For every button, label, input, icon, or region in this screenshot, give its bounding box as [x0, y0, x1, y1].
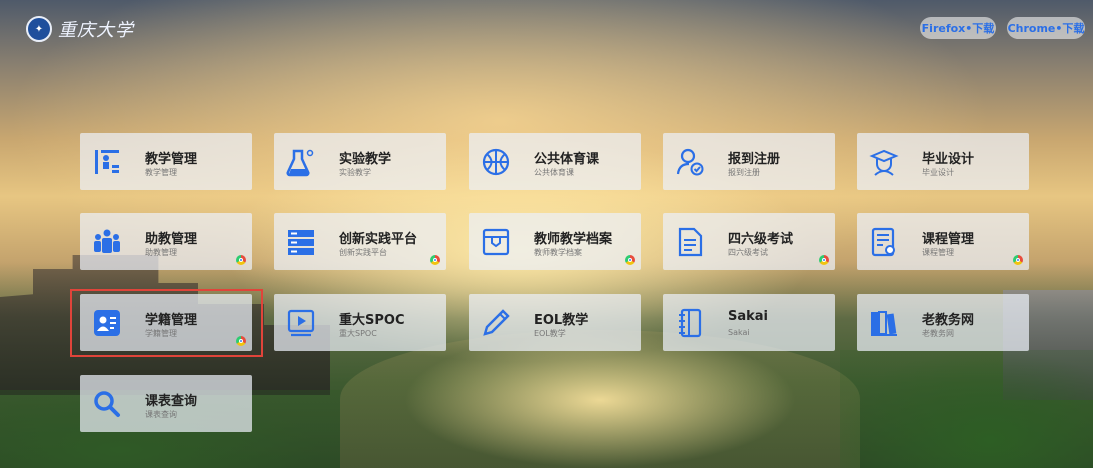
tile-title: 毕业设计 [922, 152, 975, 167]
video-play-icon [284, 306, 318, 340]
group-icon [90, 225, 124, 259]
tile-teaching-management[interactable]: 教学管理 教学管理 [80, 133, 252, 190]
chrome-icon [236, 255, 246, 265]
tile-subtitle: 公共体育课 [534, 168, 574, 177]
tile-title: 重大SPOC [339, 313, 405, 328]
chrome-icon [1013, 255, 1023, 265]
tile-subtitle: 毕业设计 [922, 168, 954, 177]
tile-graduation-design[interactable]: 毕业设计 毕业设计 [857, 133, 1029, 190]
tile-timetable-query[interactable]: 课表查询 课表查询 [80, 375, 252, 432]
tile-title: 教师教学档案 [534, 232, 613, 247]
tile-spoc[interactable]: 重大SPOC 重大SPOC [274, 294, 446, 351]
tile-subtitle: EOL教学 [534, 329, 566, 338]
logo-text: 重庆大学 [58, 20, 134, 41]
books-icon [867, 306, 901, 340]
tile-title: 创新实践平台 [339, 232, 418, 247]
document-gear-icon [867, 225, 901, 259]
tile-student-status[interactable]: 学籍管理 学籍管理 [80, 294, 252, 351]
tile-title: 公共体育课 [534, 152, 600, 167]
tile-sakai[interactable]: Sakai Sakai [663, 294, 835, 351]
tile-lab-teaching[interactable]: 实验教学 实验教学 [274, 133, 446, 190]
tile-title: 课表查询 [145, 394, 198, 409]
student-card-icon [90, 306, 124, 340]
tile-title: 课程管理 [922, 232, 975, 247]
tile-ta-management[interactable]: 助教管理 助教管理 [80, 213, 252, 270]
user-check-icon [673, 145, 707, 179]
tile-subtitle: 教学管理 [145, 168, 177, 177]
university-logo[interactable]: ✦ 重庆大学 [26, 14, 134, 44]
tile-subtitle: 学籍管理 [145, 329, 177, 338]
server-stack-icon [284, 225, 318, 259]
tile-title: 教学管理 [145, 152, 198, 167]
classroom-icon [90, 145, 124, 179]
chrome-icon [625, 255, 635, 265]
notebook-icon [673, 306, 707, 340]
tile-cet-exam[interactable]: 四六级考试 四六级考试 [663, 213, 835, 270]
tile-subtitle: 创新实践平台 [339, 248, 387, 257]
tile-course-management[interactable]: 课程管理 课程管理 [857, 213, 1029, 270]
archive-box-icon [479, 225, 513, 259]
tile-innovation-platform[interactable]: 创新实践平台 创新实践平台 [274, 213, 446, 270]
tile-title: Sakai [728, 309, 769, 324]
tile-title: 学籍管理 [145, 313, 198, 328]
tile-title: 四六级考试 [728, 232, 794, 247]
tile-subtitle: 课程管理 [922, 248, 954, 257]
tile-subtitle: 教师教学档案 [534, 248, 582, 257]
tile-subtitle: 老教务网 [922, 329, 954, 338]
university-seal-icon: ✦ [26, 16, 52, 42]
tile-subtitle: 助教管理 [145, 248, 177, 257]
chrome-icon [430, 255, 440, 265]
flask-icon [284, 145, 318, 179]
tile-subtitle: 实验教学 [339, 168, 371, 177]
search-icon [90, 387, 124, 421]
firefox-download-button[interactable]: Firefox•下载 [920, 17, 996, 39]
tile-title: 助教管理 [145, 232, 198, 247]
tile-subtitle: 重大SPOC [339, 329, 377, 338]
tile-title: EOL教学 [534, 313, 589, 328]
tile-subtitle: 四六级考试 [728, 248, 768, 257]
tile-teacher-archive[interactable]: 教师教学档案 教师教学档案 [469, 213, 641, 270]
trees-right [840, 350, 1093, 468]
tile-eol-teaching[interactable]: EOL教学 EOL教学 [469, 294, 641, 351]
basketball-icon [479, 145, 513, 179]
chrome-download-button[interactable]: Chrome•下载 [1007, 17, 1085, 39]
tile-public-pe[interactable]: 公共体育课 公共体育课 [469, 133, 641, 190]
graduation-cap-icon [867, 145, 901, 179]
chrome-icon [236, 336, 246, 346]
pen-icon [479, 306, 513, 340]
tile-registration[interactable]: 报到注册 报到注册 [663, 133, 835, 190]
document-icon [673, 225, 707, 259]
tile-old-academic-site[interactable]: 老教务网 老教务网 [857, 294, 1029, 351]
tile-title: 实验教学 [339, 152, 392, 167]
tile-title: 老教务网 [922, 313, 975, 328]
tile-subtitle: 报到注册 [728, 168, 760, 177]
tile-title: 报到注册 [728, 152, 781, 167]
tile-subtitle: Sakai [728, 328, 750, 337]
chrome-icon [819, 255, 829, 265]
tile-subtitle: 课表查询 [145, 410, 177, 419]
